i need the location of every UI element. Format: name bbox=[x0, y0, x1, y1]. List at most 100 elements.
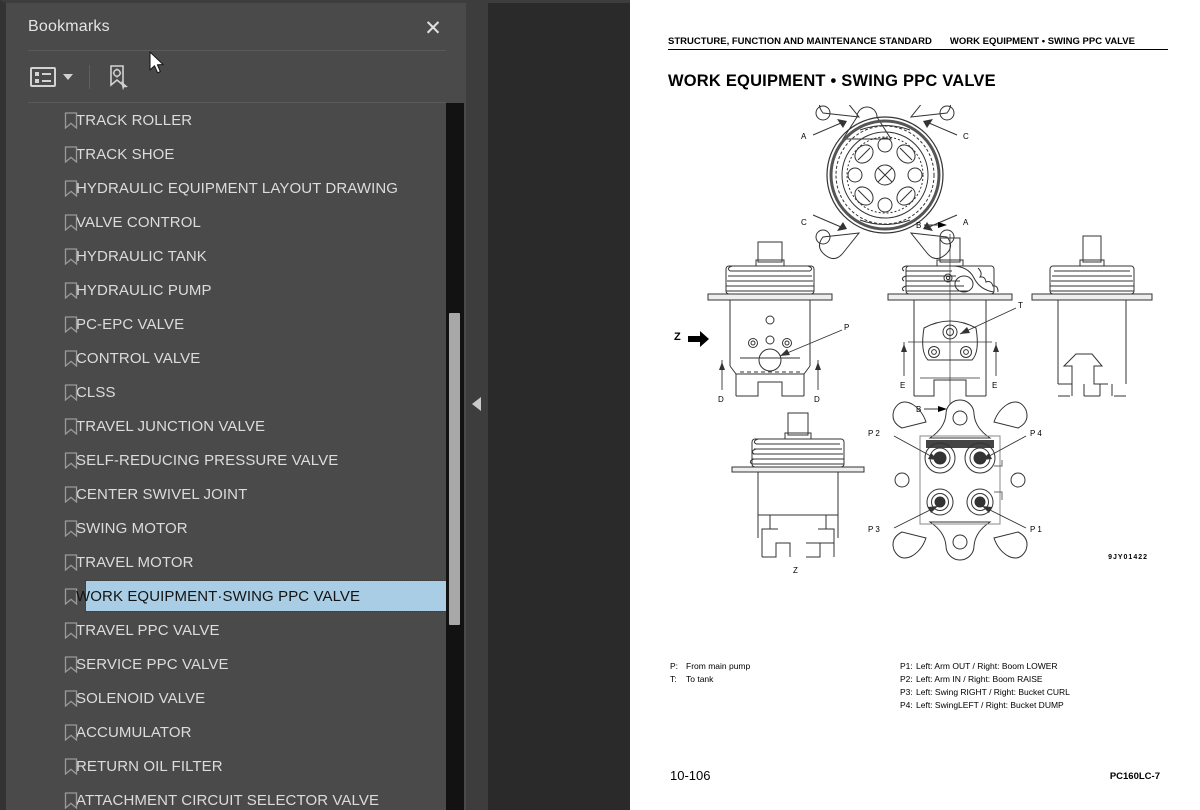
bookmark-item[interactable]: SERVICE PPC VALVE bbox=[6, 647, 458, 681]
label-dim-d1: D bbox=[718, 395, 724, 404]
bookmark-label: ATTACHMENT CIRCUIT SELECTOR VALVE bbox=[76, 791, 380, 809]
label-section-c2: C bbox=[801, 218, 807, 227]
bookmark-scrollbar-thumb[interactable] bbox=[449, 313, 460, 625]
bookmark-label: SELF-REDUCING PRESSURE VALVE bbox=[76, 451, 339, 469]
bookmark-item[interactable]: TRAVEL JUNCTION VALVE bbox=[6, 409, 458, 443]
bookmark-item[interactable]: TRACK ROLLER bbox=[6, 103, 458, 137]
legend-row: P4: Left: SwingLEFT / Right: Bucket DUMP bbox=[900, 699, 1070, 712]
ppc-valve-technical-drawing: A C C A P Z D D T B B E E Z P 2 P 4 P 3 … bbox=[674, 105, 1153, 575]
legend-row: P3: Left: Swing RIGHT / Right: Bucket CUR… bbox=[900, 686, 1070, 699]
bookmark-icon bbox=[64, 724, 78, 741]
viewer-background bbox=[488, 3, 630, 810]
bookmark-item[interactable]: HYDRAULIC TANK bbox=[6, 239, 458, 273]
z-view: Z bbox=[731, 412, 865, 575]
panel-collapse-handle[interactable] bbox=[466, 0, 488, 810]
bookmark-scrollbar-track[interactable] bbox=[446, 103, 464, 810]
bookmark-icon bbox=[64, 622, 78, 639]
bookmark-item[interactable]: HYDRAULIC PUMP bbox=[6, 273, 458, 307]
legend-key: P4: bbox=[900, 700, 913, 710]
label-dim-d2: D bbox=[814, 395, 820, 404]
label-port-p-left: P bbox=[844, 323, 849, 332]
label-dim-e1: E bbox=[900, 381, 905, 390]
bookmark-item[interactable]: HYDRAULIC EQUIPMENT LAYOUT DRAWING bbox=[6, 171, 458, 205]
bookmark-item[interactable]: PC-EPC VALVE bbox=[6, 307, 458, 341]
panel-title: Bookmarks bbox=[28, 18, 110, 35]
bookmark-item[interactable]: SELF-REDUCING PRESSURE VALVE bbox=[6, 443, 458, 477]
bookmark-icon bbox=[64, 180, 78, 197]
label-section-a1: A bbox=[801, 132, 807, 141]
list-options-icon bbox=[30, 67, 56, 87]
bookmarks-panel: Bookmarks ✕ TRACK ROLLER TRACK SHOE HYDRAU… bbox=[0, 0, 466, 810]
label-port-p2: P 2 bbox=[868, 429, 880, 438]
bookmark-icon bbox=[64, 418, 78, 435]
legend-key: T: bbox=[670, 674, 677, 684]
legend-text: To tank bbox=[686, 674, 714, 684]
label-port-p1: P 1 bbox=[1030, 525, 1042, 534]
bookmark-item[interactable]: ATTACHMENT CIRCUIT SELECTOR VALVE bbox=[6, 783, 458, 810]
bookmark-item-selected[interactable]: WORK EQUIPMENT·SWING PPC VALVE bbox=[6, 579, 458, 613]
drawing-number: 9JY01422 bbox=[1108, 554, 1148, 561]
running-head-right: WORK EQUIPMENT • SWING PPC VALVE bbox=[949, 36, 1135, 47]
bookmark-label: TRAVEL MOTOR bbox=[76, 553, 194, 571]
legend-row: P: From main pump bbox=[670, 660, 750, 673]
label-view-z: Z bbox=[674, 331, 681, 343]
bookmark-icon bbox=[64, 282, 78, 299]
label-port-p3: P 3 bbox=[868, 525, 880, 534]
bookmark-label: CLSS bbox=[76, 383, 116, 401]
triangle-left-icon bbox=[472, 397, 481, 411]
bookmark-item[interactable]: CENTER SWIVEL JOINT bbox=[6, 477, 458, 511]
bookmark-item[interactable]: SOLENOID VALVE bbox=[6, 681, 458, 715]
bookmark-icon bbox=[64, 146, 78, 163]
bookmark-item[interactable]: TRAVEL PPC VALVE bbox=[6, 613, 458, 647]
legend-row: T: To tank bbox=[670, 673, 750, 686]
bookmark-item[interactable]: SWING MOTOR bbox=[6, 511, 458, 545]
bookmark-icon bbox=[64, 316, 78, 333]
legend-key: P3: bbox=[900, 687, 913, 697]
bookmark-item[interactable]: TRACK SHOE bbox=[6, 137, 458, 171]
label-z-view-caption: Z bbox=[793, 566, 798, 575]
bookmark-label: CENTER SWIVEL JOINT bbox=[76, 485, 248, 503]
legend-text: From main pump bbox=[686, 661, 751, 671]
bookmark-label: TRACK ROLLER bbox=[76, 111, 193, 129]
bookmark-icon bbox=[64, 384, 78, 401]
new-bookmark-button[interactable] bbox=[104, 62, 132, 92]
label-port-p4: P 4 bbox=[1030, 429, 1042, 438]
bookmark-label: SWING MOTOR bbox=[76, 519, 188, 537]
side-view-left: P Z D D bbox=[674, 241, 849, 404]
bookmark-options-button[interactable] bbox=[28, 65, 75, 89]
bookmark-label: SOLENOID VALVE bbox=[76, 689, 206, 707]
legend-text: Left: Arm IN / Right: Boom RAISE bbox=[916, 674, 1043, 684]
close-icon[interactable]: ✕ bbox=[420, 15, 446, 41]
bookmark-list[interactable]: TRACK ROLLER TRACK SHOE HYDRAULIC EQUIPMEN… bbox=[6, 103, 458, 810]
bookmark-label: TRAVEL PPC VALVE bbox=[76, 621, 220, 639]
label-port-t: T bbox=[1018, 301, 1023, 310]
bookmark-item[interactable]: CONTROL VALVE bbox=[6, 341, 458, 375]
side-view-right bbox=[1031, 235, 1153, 397]
running-head-left: STRUCTURE, FUNCTION AND MAINTENANCE STAN… bbox=[668, 36, 932, 47]
legend-key: P1: bbox=[900, 661, 913, 671]
bookmark-icon bbox=[64, 112, 78, 129]
bookmark-label: WORK EQUIPMENT·SWING PPC VALVE bbox=[76, 587, 361, 605]
bookmark-icon bbox=[64, 214, 78, 231]
bookmark-label: HYDRAULIC EQUIPMENT LAYOUT DRAWING bbox=[76, 179, 399, 197]
bookmark-label: CONTROL VALVE bbox=[76, 349, 201, 367]
legend-right: P1: Left: Arm OUT / Right: Boom LOWER P2: L… bbox=[900, 660, 1070, 712]
bookmark-label: SERVICE PPC VALVE bbox=[76, 655, 229, 673]
legend-key: P2: bbox=[900, 674, 913, 684]
label-section-a2: A bbox=[963, 218, 969, 227]
label-section-b1: B bbox=[916, 221, 921, 230]
label-dim-e2: E bbox=[992, 381, 997, 390]
bookmark-item[interactable]: RETURN OIL FILTER bbox=[6, 749, 458, 783]
bookmark-item[interactable]: VALVE CONTROL bbox=[6, 205, 458, 239]
bookmark-item[interactable]: ACCUMULATOR bbox=[6, 715, 458, 749]
bookmark-icon bbox=[64, 486, 78, 503]
bookmark-label: TRAVEL JUNCTION VALVE bbox=[76, 417, 266, 435]
document-page: STRUCTURE, FUNCTION AND MAINTENANCE STAN… bbox=[630, 0, 1200, 810]
legend-text: Left: Swing RIGHT / Right: Bucket CURL bbox=[916, 687, 1070, 697]
bookmark-icon bbox=[64, 452, 78, 469]
toolbar-separator bbox=[89, 65, 90, 89]
bookmark-item[interactable]: TRAVEL MOTOR bbox=[6, 545, 458, 579]
label-section-c1: C bbox=[963, 132, 969, 141]
bookmark-icon bbox=[64, 350, 78, 367]
bookmark-item[interactable]: CLSS bbox=[6, 375, 458, 409]
